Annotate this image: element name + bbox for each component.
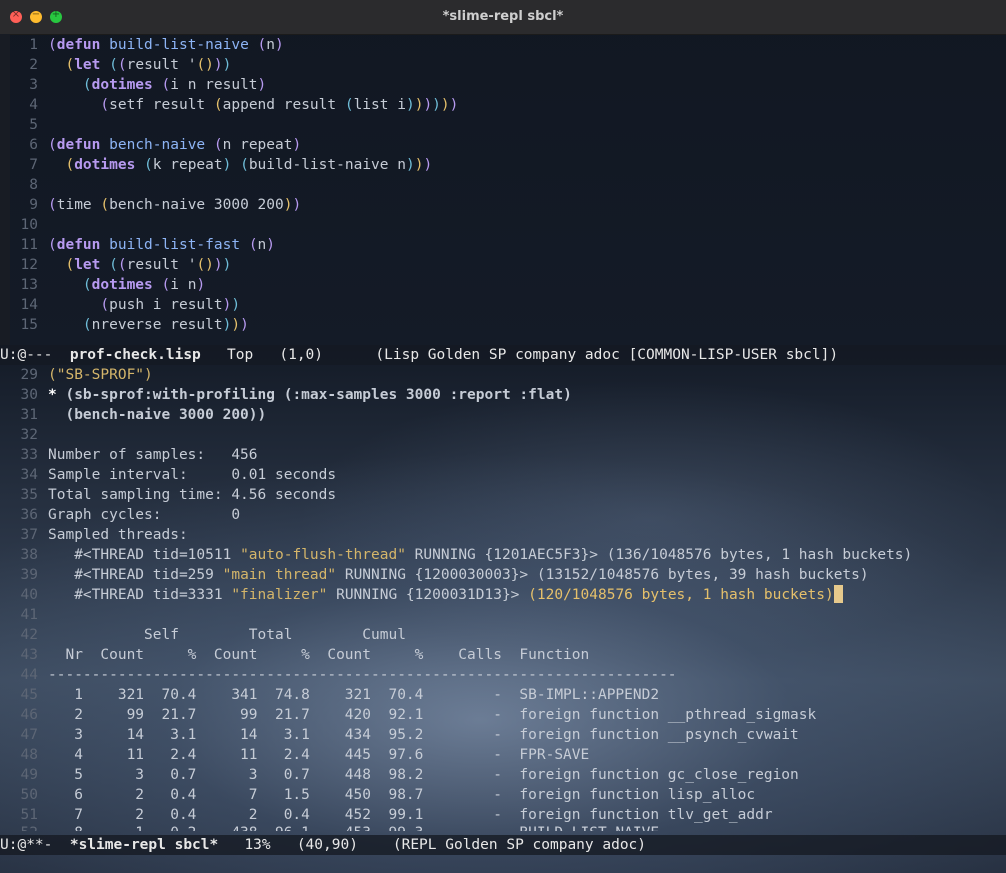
code-line: (dotimes (i n)	[82, 277, 206, 293]
line-number: 5	[29, 117, 38, 133]
table-divider: ----------------------------------------…	[48, 667, 677, 683]
title-bar: × − + *slime-repl sbcl*	[0, 0, 1006, 35]
line-number: 1	[29, 37, 38, 53]
line-number: 33	[20, 447, 38, 463]
line-number: 32	[20, 427, 38, 443]
line-number: 3	[29, 77, 38, 93]
code-line: (let ((result '()))	[65, 57, 232, 73]
line-number: 9	[29, 197, 38, 213]
line-number: 2	[29, 57, 38, 73]
table-header: Self Total Cumul	[48, 627, 406, 643]
line-number: 46	[20, 707, 38, 723]
line-number: 43	[20, 647, 38, 663]
line-number: 52	[10, 823, 38, 831]
line-number: 10	[20, 217, 38, 233]
line-number: 38	[20, 547, 38, 563]
table-row: 7 2 0.4 2 0.4 452 99.1 - foreign functio…	[48, 807, 773, 823]
line-number: 50	[20, 787, 38, 803]
code-line: (time (bench-naive 3000 200))	[48, 197, 302, 213]
thread-line: #<THREAD tid=3331 "finalizer" RUNNING {1…	[48, 585, 843, 605]
line-number: 6	[29, 137, 38, 153]
code-line: (defun build-list-fast (n)	[48, 237, 276, 253]
code-line: (defun bench-naive (n repeat)	[48, 137, 302, 153]
modeline-modes: (Lisp Golden SP company adoc [COMMON-LIS…	[375, 347, 839, 363]
repl-output: Number of samples: 456	[48, 447, 258, 463]
line-number: 30	[20, 387, 38, 403]
thread-line: #<THREAD tid=259 "main thread" RUNNING {…	[48, 567, 869, 583]
repl-modeline[interactable]: U:@**- *slime-repl sbcl* 13% (40,90) (RE…	[0, 835, 1006, 855]
table-row: 6 2 0.4 7 1.5 450 98.7 - foreign functio…	[48, 787, 756, 803]
code-line: (setf result (append result (list i)))))…	[100, 97, 459, 113]
line-number: 48	[20, 747, 38, 763]
source-modeline[interactable]: U:@--- prof-check.lisp Top (1,0) (Lisp G…	[0, 345, 1006, 365]
repl-output: Sample interval: 0.01 seconds	[48, 467, 337, 483]
code-line: (nreverse result)))	[82, 317, 249, 333]
modeline-position: 13% (40,90)	[218, 837, 393, 853]
thread-line: #<THREAD tid=10511 "auto-flush-thread" R…	[48, 547, 913, 563]
line-number: 4	[29, 97, 38, 113]
repl-input: * (sb-sprof:with-profiling (:max-samples…	[48, 387, 572, 403]
modeline-status: U:@**-	[0, 837, 70, 853]
line-number: 7	[29, 157, 38, 173]
line-number: 29	[20, 367, 38, 383]
window-title: *slime-repl sbcl*	[442, 9, 564, 24]
table-header: Nr Count % Count % Count % Calls Functio…	[48, 647, 590, 663]
line-number: 37	[20, 527, 38, 543]
emacs-window: × − + *slime-repl sbcl* 1 (defun build-li…	[0, 0, 1006, 873]
line-number: 49	[20, 767, 38, 783]
table-row: 8 1 0.2 438 96.1 453 99.3 - BUILD-LIST-N…	[48, 823, 659, 831]
line-number: 42	[20, 627, 38, 643]
line-number: 12	[20, 257, 38, 273]
line-number: 36	[20, 507, 38, 523]
repl-output: Graph cycles: 0	[48, 507, 241, 523]
line-number: 15	[20, 317, 38, 333]
line-number: 40	[20, 587, 38, 603]
line-number: 44	[20, 667, 38, 683]
repl-output: Total sampling time: 4.56 seconds	[48, 487, 337, 503]
source-editor-pane[interactable]: 1 (defun build-list-naive (n) 2 (let ((re…	[0, 34, 1006, 345]
code-line: (dotimes (k repeat) (build-list-naive n)…	[65, 157, 433, 173]
table-row: 5 3 0.7 3 0.7 448 98.2 - foreign functio…	[48, 767, 799, 783]
line-number: 14	[20, 297, 38, 313]
repl-output: ("SB-SPROF")	[48, 367, 153, 383]
code-line: (dotimes (i n result)	[82, 77, 267, 93]
table-row: 3 14 3.1 14 3.1 434 95.2 - foreign funct…	[48, 727, 799, 743]
table-row: 4 11 2.4 11 2.4 445 97.6 - FPR-SAVE	[48, 747, 590, 763]
repl-output: Sampled threads:	[48, 527, 188, 543]
repl-pane[interactable]: 29 ("SB-SPROF") 30 * (sb-sprof:with-profil…	[0, 365, 1006, 831]
repl-input: (bench-naive 3000 200))	[48, 407, 267, 423]
line-number: 45	[20, 687, 38, 703]
line-number: 39	[20, 567, 38, 583]
modeline-modes: (REPL Golden SP company adoc)	[392, 837, 647, 853]
code-line: (push i result))	[100, 297, 241, 313]
code-line: (let ((result '()))	[65, 257, 232, 273]
modeline-buffer-name: *slime-repl sbcl*	[69, 837, 219, 853]
line-number: 51	[20, 807, 38, 823]
text-cursor	[833, 585, 843, 603]
line-number: 31	[20, 407, 38, 423]
table-row: 2 99 21.7 99 21.7 420 92.1 - foreign fun…	[48, 707, 817, 723]
code-line: (defun build-list-naive (n)	[48, 37, 284, 53]
line-number: 13	[20, 277, 38, 293]
line-number: 41	[20, 607, 38, 623]
line-number: 35	[20, 487, 38, 503]
line-number: 11	[20, 237, 38, 253]
line-number: 8	[29, 177, 38, 193]
modeline-position: Top (1,0)	[200, 347, 376, 363]
modeline-status: U:@---	[0, 347, 70, 363]
line-number: 47	[20, 727, 38, 743]
line-number: 34	[20, 467, 38, 483]
table-row: 1 321 70.4 341 74.8 321 70.4 - SB-IMPL::…	[48, 687, 660, 703]
modeline-buffer-name: prof-check.lisp	[69, 347, 201, 363]
repl-prompt: *	[48, 387, 66, 403]
